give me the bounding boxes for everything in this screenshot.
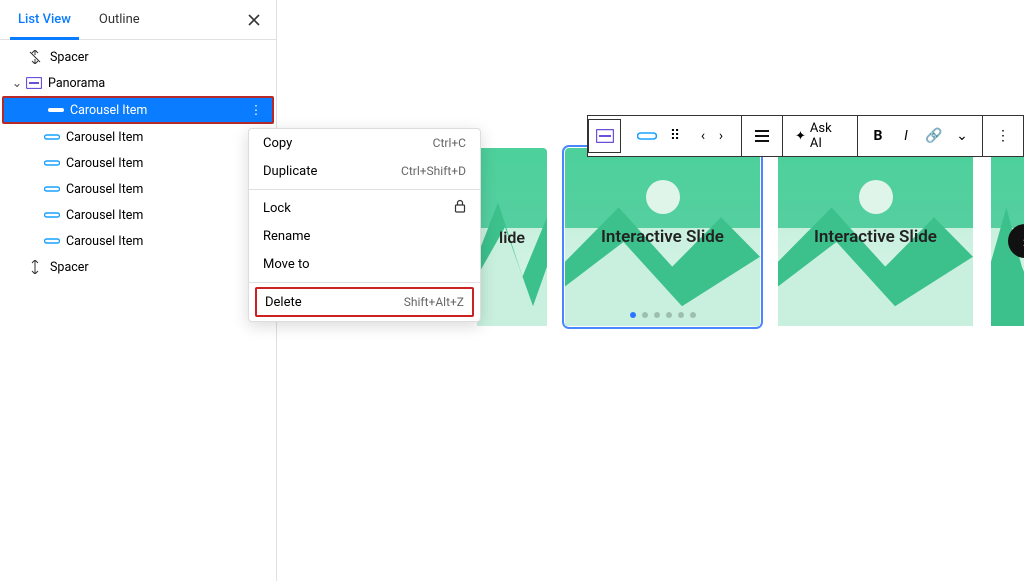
link-button[interactable]: 🔗: [920, 122, 948, 150]
panorama-carousel: lide Interactive Slide Interactive Slide: [477, 148, 1024, 326]
carousel-item-icon: [44, 181, 60, 197]
tree-item-carousel[interactable]: Carousel Item: [0, 202, 276, 228]
carousel-item-icon: [48, 102, 64, 118]
list-view-sidebar: List View Outline Spacer ⌄ Panorama Caro…: [0, 0, 277, 581]
menu-item-rename[interactable]: Rename: [249, 222, 480, 250]
carousel-item-icon: [637, 131, 657, 141]
pagination-dots: [630, 312, 696, 318]
drag-handle[interactable]: ⠿: [661, 122, 689, 150]
carousel-slide-selected[interactable]: Interactive Slide: [565, 148, 760, 326]
menu-item-label: Lock: [263, 201, 291, 216]
slide-title: lide: [499, 228, 525, 247]
dot[interactable]: [654, 312, 660, 318]
align-icon: [755, 130, 769, 142]
ask-ai-label: Ask AI: [810, 121, 845, 151]
tree-item-label: Panorama: [48, 76, 105, 91]
italic-button[interactable]: I: [892, 122, 920, 150]
menu-shortcut: Ctrl+Shift+D: [401, 164, 466, 178]
menu-item-delete[interactable]: Delete Shift+Alt+Z: [255, 287, 474, 317]
menu-shortcut: Shift+Alt+Z: [404, 295, 464, 309]
carousel-item-icon: [44, 207, 60, 223]
spacer-icon: [28, 259, 44, 275]
tree-item-carousel-selected[interactable]: Carousel Item ⋮: [2, 96, 274, 124]
menu-item-label: Copy: [263, 136, 292, 151]
tree-item-carousel[interactable]: Carousel Item: [0, 228, 276, 254]
chevron-down-icon: ⌄: [10, 75, 24, 91]
menu-item-label: Delete: [265, 295, 302, 310]
more-icon: ⋮: [996, 128, 1010, 144]
panorama-icon: [596, 129, 614, 143]
lock-icon: [454, 199, 466, 217]
italic-icon: I: [904, 128, 908, 144]
menu-shortcut: Ctrl+C: [433, 136, 466, 150]
menu-separator: [249, 189, 480, 190]
panorama-icon: [26, 75, 42, 91]
menu-item-label: Move to: [263, 257, 310, 272]
tree-item-label: Carousel Item: [70, 103, 147, 118]
tree-item-carousel[interactable]: Carousel Item: [0, 150, 276, 176]
carousel-slide[interactable]: lide: [477, 148, 547, 326]
parent-block-button[interactable]: [588, 119, 621, 153]
menu-item-label: Rename: [263, 229, 310, 244]
sidebar-tabs: List View Outline: [0, 0, 276, 40]
spacer-icon: [28, 49, 44, 65]
tree-item-label: Carousel Item: [66, 182, 143, 197]
tab-outline[interactable]: Outline: [91, 0, 148, 40]
sparkle-icon: ✦: [795, 129, 806, 144]
dot[interactable]: [642, 312, 648, 318]
menu-item-move-to[interactable]: Move to: [249, 250, 480, 278]
carousel-item-icon: [44, 155, 60, 171]
tree-item-panorama[interactable]: ⌄ Panorama: [0, 70, 276, 96]
tree-item-spacer[interactable]: Spacer: [0, 44, 276, 70]
close-sidebar-button[interactable]: [242, 8, 266, 32]
menu-item-copy[interactable]: Copy Ctrl+C: [249, 129, 480, 157]
tab-list-view[interactable]: List View: [10, 0, 79, 40]
carousel-item-icon: [44, 129, 60, 145]
tree-item-label: Carousel Item: [66, 130, 143, 145]
menu-item-label: Duplicate: [263, 164, 317, 179]
carousel-slide[interactable]: Interactive Slide: [778, 148, 973, 326]
chevron-right-icon: ›: [719, 128, 723, 144]
close-icon: [247, 13, 261, 27]
bold-icon: B: [874, 128, 883, 144]
menu-item-lock[interactable]: Lock: [249, 194, 480, 222]
dot[interactable]: [678, 312, 684, 318]
drag-icon: ⠿: [670, 128, 680, 144]
menu-item-duplicate[interactable]: Duplicate Ctrl+Shift+D: [249, 157, 480, 185]
carousel-item-type-button[interactable]: [633, 122, 661, 150]
block-options-button[interactable]: ⋮: [989, 122, 1017, 150]
ask-ai-button[interactable]: ✦ Ask AI: [789, 122, 851, 150]
slide-title: Interactive Slide: [601, 227, 724, 247]
block-tree: Spacer ⌄ Panorama Carousel Item ⋮ Carous…: [0, 40, 276, 284]
more-formatting-button[interactable]: ⌄: [948, 122, 976, 150]
bold-button[interactable]: B: [864, 122, 892, 150]
more-options-button[interactable]: ⋮: [246, 102, 266, 118]
link-icon: 🔗: [925, 128, 942, 144]
move-right-button[interactable]: ›: [707, 122, 735, 150]
dot[interactable]: [666, 312, 672, 318]
dot-active[interactable]: [630, 312, 636, 318]
tree-item-label: Spacer: [50, 50, 89, 65]
chevron-down-icon: ⌄: [956, 128, 968, 144]
tree-item-carousel[interactable]: Carousel Item: [0, 176, 276, 202]
tree-item-label: Spacer: [50, 260, 89, 275]
tree-item-carousel[interactable]: Carousel Item: [0, 124, 276, 150]
tree-item-label: Carousel Item: [66, 156, 143, 171]
chevron-left-icon: ‹: [701, 128, 705, 144]
slide-title: Interactive Slide: [814, 227, 937, 247]
tree-item-label: Carousel Item: [66, 234, 143, 249]
block-toolbar: ⠿ ‹ › ✦ Ask AI B I 🔗 ⌄ ⋮: [587, 115, 1024, 157]
tree-item-spacer[interactable]: Spacer: [0, 254, 276, 280]
tree-item-label: Carousel Item: [66, 208, 143, 223]
carousel-item-icon: [44, 233, 60, 249]
dot[interactable]: [690, 312, 696, 318]
block-context-menu: Copy Ctrl+C Duplicate Ctrl+Shift+D Lock …: [248, 128, 481, 322]
menu-separator: [249, 282, 480, 283]
align-button[interactable]: [748, 122, 776, 150]
